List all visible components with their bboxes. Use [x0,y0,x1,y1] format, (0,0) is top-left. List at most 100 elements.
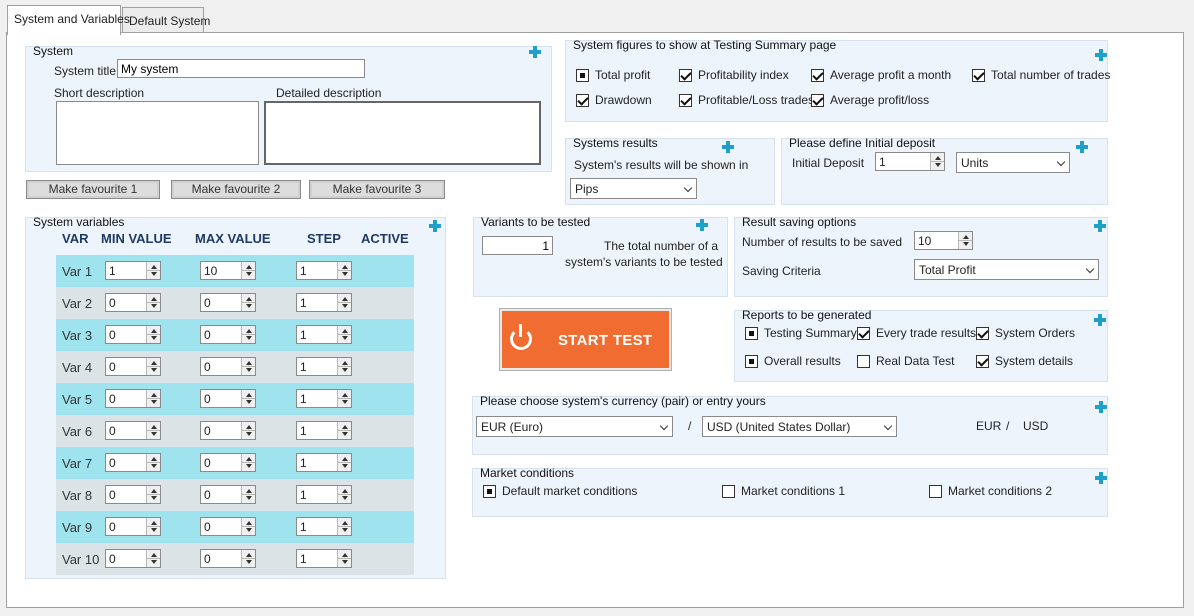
initial-deposit-spinner[interactable]: 1 [875,152,945,171]
add-plus-icon[interactable] [1095,49,1107,61]
step-spinner[interactable]: 1 [296,389,352,408]
make-favourite-1-button[interactable]: Make favourite 1 [26,180,160,199]
spinner-arrows-icon[interactable] [241,358,255,375]
step-spinner[interactable]: 1 [296,261,352,280]
min-value-spinner[interactable]: 0 [105,325,161,344]
max-value-spinner[interactable]: 0 [200,485,256,504]
add-plus-icon[interactable] [1094,314,1106,326]
step-spinner[interactable]: 1 [296,357,352,376]
figure-checkbox[interactable] [576,94,589,107]
spinner-arrows-icon[interactable] [337,262,351,279]
report-checkbox[interactable] [745,355,758,368]
step-spinner[interactable]: 1 [296,485,352,504]
report-checkbox[interactable] [857,355,870,368]
report-checkbox[interactable] [976,327,989,340]
max-value-spinner[interactable]: 0 [200,453,256,472]
market-condition-checkbox[interactable] [929,485,942,498]
max-value-spinner[interactable]: 0 [200,421,256,440]
quote-currency-select[interactable]: USD (United States Dollar) [702,416,897,437]
figure-checkbox[interactable] [576,69,589,82]
spinner-arrows-icon[interactable] [146,454,160,471]
spinner-arrows-icon[interactable] [241,518,255,535]
system-title-input[interactable] [117,59,365,78]
spinner-arrows-icon[interactable] [146,550,160,567]
results-count-spinner[interactable]: 10 [914,231,973,250]
add-plus-icon[interactable] [1095,472,1107,484]
min-value-spinner[interactable]: 0 [105,357,161,376]
max-value-spinner[interactable]: 0 [200,549,256,568]
spinner-arrows-icon[interactable] [146,294,160,311]
make-favourite-3-button[interactable]: Make favourite 3 [309,180,445,199]
variants-count-input[interactable]: 1 [482,236,553,255]
max-value-spinner[interactable]: 0 [200,293,256,312]
spinner-arrows-icon[interactable] [241,454,255,471]
max-value-spinner[interactable]: 0 [200,517,256,536]
deposit-unit-select[interactable]: Units [956,152,1070,173]
spinner-arrows-icon[interactable] [146,358,160,375]
spinner-arrows-icon[interactable] [337,454,351,471]
spinner-arrows-icon[interactable] [241,422,255,439]
start-test-button[interactable]: START TEST [499,308,672,371]
figure-checkbox[interactable] [811,94,824,107]
step-spinner[interactable]: 1 [296,517,352,536]
saving-criteria-select[interactable]: Total Profit [914,259,1099,280]
add-plus-icon[interactable] [429,220,441,232]
spinner-arrows-icon[interactable] [337,358,351,375]
spinner-arrows-icon[interactable] [337,326,351,343]
max-value-spinner[interactable]: 0 [200,389,256,408]
step-spinner[interactable]: 1 [296,325,352,344]
add-plus-icon[interactable] [696,219,708,231]
min-value-spinner[interactable]: 0 [105,389,161,408]
spinner-arrows-icon[interactable] [146,486,160,503]
detailed-description-field[interactable] [264,101,541,165]
spinner-arrows-icon[interactable] [146,390,160,407]
market-condition-checkbox[interactable] [722,485,735,498]
max-value-spinner[interactable]: 0 [200,357,256,376]
add-plus-icon[interactable] [722,141,734,153]
step-spinner[interactable]: 1 [296,453,352,472]
min-value-spinner[interactable]: 0 [105,453,161,472]
spinner-arrows-icon[interactable] [337,486,351,503]
step-spinner[interactable]: 1 [296,421,352,440]
report-checkbox[interactable] [857,327,870,340]
spinner-arrows-icon[interactable] [337,390,351,407]
figure-checkbox[interactable] [811,69,824,82]
tab-system-and-variables[interactable]: System and Variables [7,5,130,35]
spinner-arrows-icon[interactable] [337,518,351,535]
figure-checkbox[interactable] [972,69,985,82]
spinner-arrows-icon[interactable] [337,422,351,439]
add-plus-icon[interactable] [1095,401,1107,413]
spinner-arrows-icon[interactable] [241,262,255,279]
spinner-arrows-icon[interactable] [146,422,160,439]
add-plus-icon[interactable] [1094,220,1106,232]
base-currency-select[interactable]: EUR (Euro) [476,416,673,437]
report-checkbox[interactable] [745,327,758,340]
market-condition-checkbox[interactable] [483,485,496,498]
min-value-spinner[interactable]: 0 [105,421,161,440]
tab-default-system[interactable]: Default System [122,7,210,33]
max-value-spinner[interactable]: 10 [200,261,256,280]
report-checkbox[interactable] [976,355,989,368]
spinner-arrows-icon[interactable] [337,294,351,311]
min-value-spinner[interactable]: 0 [105,485,161,504]
results-unit-select[interactable]: Pips [570,178,697,199]
min-value-spinner[interactable]: 0 [105,517,161,536]
min-value-spinner[interactable]: 1 [105,261,161,280]
figure-checkbox[interactable] [679,69,692,82]
short-description-field[interactable] [56,101,259,165]
spinner-arrows-icon[interactable] [146,518,160,535]
spinner-arrows-icon[interactable] [241,326,255,343]
step-spinner[interactable]: 1 [296,549,352,568]
max-value-spinner[interactable]: 0 [200,325,256,344]
min-value-spinner[interactable]: 0 [105,549,161,568]
make-favourite-2-button[interactable]: Make favourite 2 [171,180,301,199]
figure-checkbox[interactable] [679,94,692,107]
spinner-arrows-icon[interactable] [146,262,160,279]
spinner-arrows-icon[interactable] [241,486,255,503]
step-spinner[interactable]: 1 [296,293,352,312]
spinner-arrows-icon[interactable] [337,550,351,567]
spinner-arrows-icon[interactable] [146,326,160,343]
min-value-spinner[interactable]: 0 [105,293,161,312]
add-plus-icon[interactable] [529,46,541,58]
spinner-arrows-icon[interactable] [241,294,255,311]
